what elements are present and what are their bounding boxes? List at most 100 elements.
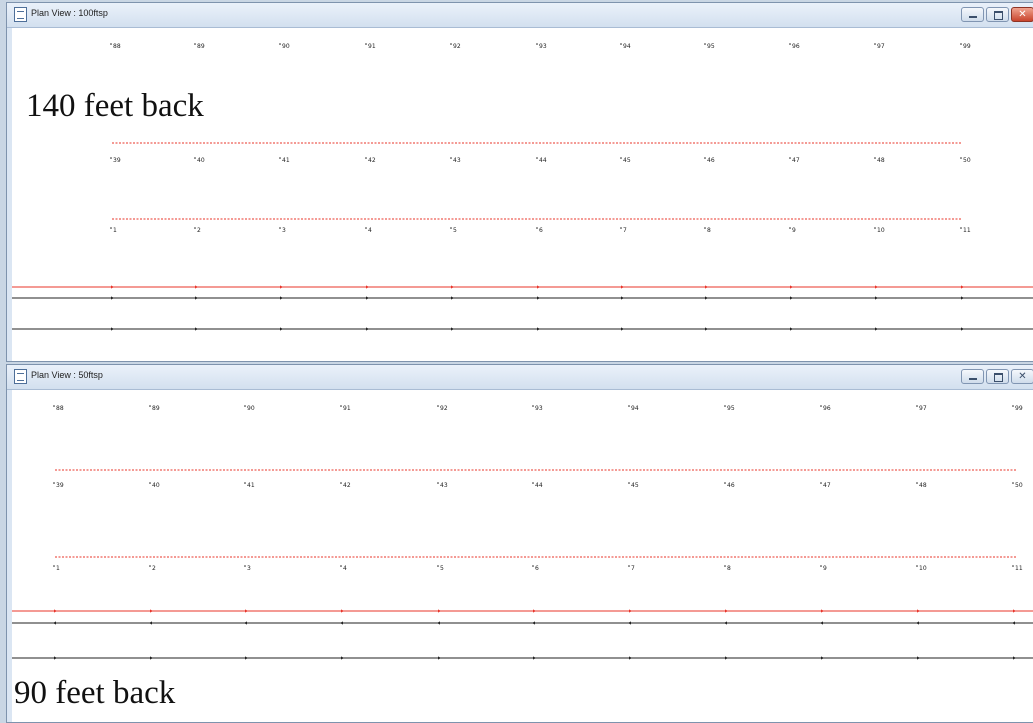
stop-marker — [365, 227, 367, 229]
stop-marker — [53, 405, 55, 407]
direction-arrow — [875, 296, 878, 300]
direction-arrow — [341, 609, 344, 613]
direction-arrow — [875, 285, 878, 289]
direction-arrow — [437, 621, 440, 625]
stop-marker — [620, 43, 622, 45]
direction-arrow — [340, 621, 343, 625]
close-button[interactable] — [1011, 369, 1033, 384]
stop-label: 95 — [707, 43, 715, 50]
minimize-button[interactable] — [961, 369, 984, 384]
stop-marker — [874, 157, 876, 159]
stop-label: 2 — [197, 227, 201, 234]
plan-canvas[interactable]: 88 89 90 91 92 93 94 95 96 97 99 39 40 41 42 43 44 45 46 47… — [12, 390, 1033, 722]
stop-marker — [960, 157, 962, 159]
direction-arrow — [961, 296, 964, 300]
direction-arrow — [790, 296, 793, 300]
stop-label: 1 — [113, 227, 117, 234]
direction-arrow — [875, 327, 878, 331]
stop-label: 10 — [877, 227, 885, 234]
stop-marker — [1012, 405, 1014, 407]
stop-marker — [1012, 565, 1014, 567]
plan-drawing[interactable]: 88 89 90 91 92 93 94 95 96 97 9939 40 41 42 43 44 45 46 47… — [12, 28, 1033, 362]
stop-label: 43 — [440, 482, 448, 489]
direction-arrow — [1013, 609, 1016, 613]
stop-marker — [1012, 482, 1014, 484]
stop-marker — [960, 227, 962, 229]
stop-marker — [450, 227, 452, 229]
stop-marker — [110, 157, 112, 159]
plan-view-window-100ftsp[interactable]: Plan View : 100ftsp 88899091929394959697… — [6, 2, 1033, 362]
maximize-button[interactable] — [986, 369, 1009, 384]
direction-arrow — [725, 609, 728, 613]
stop-label: 9 — [823, 565, 827, 572]
stop-marker — [820, 405, 822, 407]
stop-label: 92 — [440, 405, 448, 412]
stop-marker — [704, 43, 706, 45]
direction-arrow — [54, 656, 57, 660]
stop-label: 40 — [152, 482, 160, 489]
stop-marker — [365, 43, 367, 45]
close-button[interactable] — [1011, 7, 1033, 22]
title-bar[interactable]: Plan View : 50ftsp — [7, 365, 1033, 390]
stop-marker — [789, 43, 791, 45]
direction-arrow — [917, 609, 920, 613]
direction-arrow — [629, 656, 632, 660]
direction-arrow — [111, 285, 114, 289]
stop-label: 45 — [631, 482, 639, 489]
direction-arrow — [724, 621, 727, 625]
stop-marker — [628, 482, 630, 484]
plan-canvas[interactable]: 88 89 90 91 92 93 94 95 96 97 99 39 40 41 42 43 44 45 46 47… — [12, 28, 1033, 361]
stop-marker — [149, 405, 151, 407]
direction-arrow — [150, 656, 153, 660]
minimize-button[interactable] — [961, 7, 984, 22]
stop-marker — [244, 405, 246, 407]
stop-label: 99 — [963, 43, 971, 50]
stop-label: 48 — [877, 157, 885, 164]
stop-label: 88 — [56, 405, 64, 412]
maximize-button[interactable] — [986, 7, 1009, 22]
direction-arrow — [917, 656, 920, 660]
direction-arrow — [1013, 656, 1016, 660]
direction-arrow — [195, 327, 198, 331]
stop-label: 41 — [247, 482, 255, 489]
direction-arrow — [537, 285, 540, 289]
direction-arrow — [790, 285, 793, 289]
stop-marker — [536, 43, 538, 45]
direction-arrow — [820, 621, 823, 625]
direction-arrow — [628, 621, 631, 625]
stop-marker — [916, 565, 918, 567]
direction-arrow — [53, 621, 56, 625]
direction-arrow — [705, 327, 708, 331]
direction-arrow — [725, 656, 728, 660]
stop-marker — [704, 227, 706, 229]
stop-label: 42 — [368, 157, 376, 164]
direction-arrow — [195, 296, 198, 300]
stop-label: 43 — [453, 157, 461, 164]
direction-arrow — [821, 609, 824, 613]
stop-marker — [194, 157, 196, 159]
stop-label: 9 — [792, 227, 796, 234]
stop-marker — [450, 43, 452, 45]
stop-label: 45 — [623, 157, 631, 164]
stop-label: 91 — [343, 405, 351, 412]
plan-view-window-50ftsp[interactable]: Plan View : 50ftsp 888990919293949596979… — [6, 364, 1033, 723]
stop-marker — [279, 227, 281, 229]
direction-arrow — [280, 296, 283, 300]
stop-label: 2 — [152, 565, 156, 572]
direction-arrow — [366, 285, 369, 289]
stop-label: 92 — [453, 43, 461, 50]
stop-label: 47 — [823, 482, 831, 489]
stop-marker — [110, 227, 112, 229]
window-title: Plan View : 100ftsp — [31, 8, 108, 18]
stop-marker — [437, 482, 439, 484]
stop-marker — [620, 227, 622, 229]
stop-marker — [820, 482, 822, 484]
direction-arrow — [195, 285, 198, 289]
direction-arrow — [621, 285, 624, 289]
plan-drawing[interactable]: 88 89 90 91 92 93 94 95 96 97 9939 40 41 42 43 44 45 46 47… — [12, 390, 1033, 723]
direction-arrow — [821, 656, 824, 660]
stop-label: 1 — [56, 565, 60, 572]
title-bar[interactable]: Plan View : 100ftsp — [7, 3, 1033, 28]
stop-label: 97 — [919, 405, 927, 412]
direction-arrow — [537, 327, 540, 331]
